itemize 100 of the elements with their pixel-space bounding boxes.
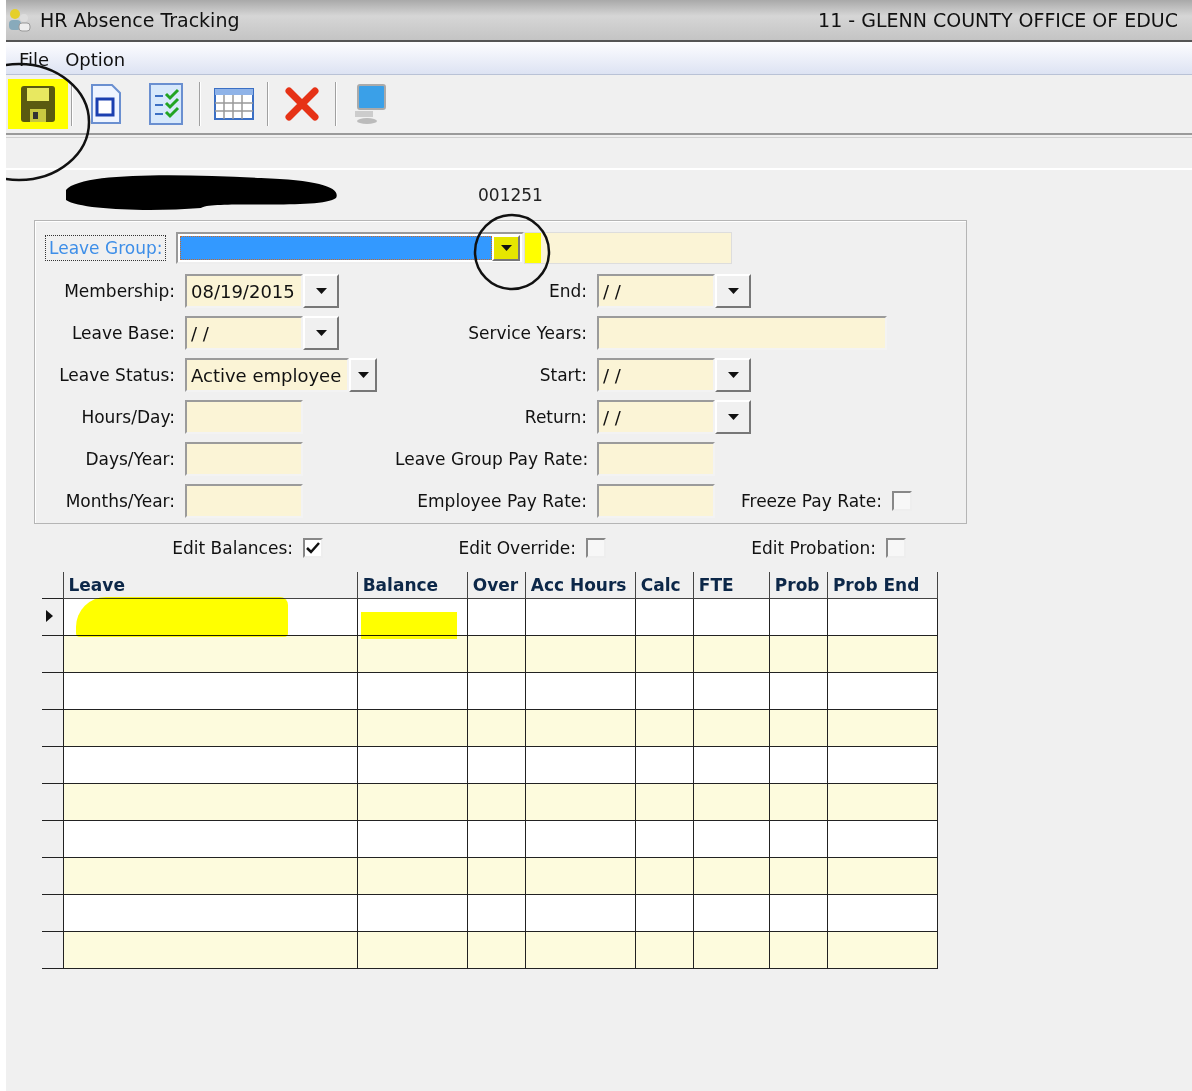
caret-icon (315, 288, 327, 294)
table-cell (769, 857, 828, 894)
table-cell (769, 783, 828, 820)
field-label: Leave Base: (70, 323, 176, 343)
current-row-icon (46, 610, 53, 622)
date-field[interactable]: / / (597, 358, 715, 392)
table-cell (635, 746, 694, 783)
row-indicator[interactable] (42, 746, 63, 783)
document-icon (90, 84, 122, 124)
checkbox[interactable] (303, 538, 323, 558)
table-cell (467, 635, 526, 672)
input-field[interactable] (597, 442, 715, 476)
table-cell (769, 894, 828, 931)
table-cell (635, 894, 694, 931)
input-field[interactable] (185, 400, 303, 434)
caret-icon (727, 288, 739, 294)
row-indicator[interactable] (42, 894, 63, 931)
table-cell (467, 894, 526, 931)
dropdown-button[interactable] (349, 358, 377, 392)
field-label: Leave Group Pay Rate: (395, 449, 590, 469)
table-cell (467, 820, 526, 857)
column-header[interactable]: Leave (63, 572, 358, 598)
date-field[interactable]: 08/19/2015 (185, 274, 303, 308)
row-indicator[interactable] (42, 672, 63, 709)
dropdown-button[interactable] (492, 235, 521, 261)
caret-icon (500, 245, 512, 251)
dropdown-button[interactable] (303, 316, 339, 350)
table-cell (467, 857, 526, 894)
input-field[interactable] (185, 484, 303, 518)
field-label: Leave Status: (58, 365, 176, 385)
table-cell (635, 783, 694, 820)
table-cell (769, 746, 828, 783)
dropdown-button[interactable] (715, 358, 751, 392)
row-indicator[interactable] (42, 857, 63, 894)
caret-icon (727, 414, 739, 420)
date-field[interactable]: / / (597, 274, 715, 308)
option-label: Edit Probation: (751, 538, 876, 558)
table-cell (635, 672, 694, 709)
table-cell (467, 783, 526, 820)
row-indicator[interactable] (42, 598, 63, 635)
close-icon (285, 87, 319, 121)
table-cell (635, 709, 694, 746)
caret-icon (315, 330, 327, 336)
window-title: HR Absence Tracking (40, 9, 240, 31)
field-label: Employee Pay Rate: (416, 491, 588, 511)
table-cell (467, 931, 526, 968)
field-label: Membership: (63, 281, 176, 301)
save-button[interactable] (8, 79, 68, 129)
column-header[interactable]: Balance (357, 572, 468, 598)
checkbox[interactable] (886, 538, 906, 558)
dropdown-button[interactable] (715, 400, 751, 434)
column-header[interactable]: Prob End (827, 572, 938, 598)
field-label: Service Years: (467, 323, 588, 343)
table-cell (467, 672, 526, 709)
leave-group-dropdown[interactable] (176, 232, 525, 264)
checkbox[interactable] (586, 538, 606, 558)
column-header[interactable]: Acc Hours (525, 572, 636, 598)
status-dropdown[interactable]: Active employee (185, 358, 349, 392)
dropdown-button[interactable] (715, 274, 751, 308)
checklist-icon (149, 83, 183, 125)
field-label: Start: (538, 365, 588, 385)
menu-item[interactable]: Option (65, 49, 126, 70)
row-indicator[interactable] (42, 783, 63, 820)
row-indicator[interactable] (42, 820, 63, 857)
organization-name: 11 - GLENN COUNTY OFFICE OF EDUC (818, 9, 1178, 31)
computer-icon (353, 83, 387, 125)
table-cell (769, 635, 828, 672)
caret-icon (727, 372, 739, 378)
column-header[interactable]: Over (467, 572, 526, 598)
field-label: Freeze Pay Rate: (741, 491, 882, 511)
table-cell (635, 931, 694, 968)
table-cell (635, 598, 694, 635)
record-id: 001251 (478, 185, 543, 205)
row-indicator[interactable] (42, 931, 63, 968)
option-label: Edit Override: (458, 538, 576, 558)
field-label: Hours/Day: (80, 407, 176, 427)
dropdown-button[interactable] (303, 274, 339, 308)
option-label: Edit Balances: (172, 538, 293, 558)
field-label: Days/Year: (84, 449, 176, 469)
table-cell (467, 746, 526, 783)
people-icon (6, 7, 32, 33)
table-cell (769, 598, 828, 635)
date-field[interactable]: / / (597, 400, 715, 434)
column-header[interactable]: FTE (693, 572, 770, 598)
table-cell (769, 709, 828, 746)
input-field[interactable] (597, 316, 887, 350)
row-indicator[interactable] (42, 635, 63, 672)
column-header[interactable]: Prob (769, 572, 828, 598)
table-cell (769, 672, 828, 709)
grid-icon (214, 88, 254, 120)
caret-icon (357, 372, 369, 378)
date-field[interactable]: / / (185, 316, 303, 350)
table-cell (467, 709, 526, 746)
input-field[interactable] (185, 442, 303, 476)
input-field[interactable] (597, 484, 715, 518)
row-indicator[interactable] (42, 709, 63, 746)
table-cell (467, 598, 526, 635)
checkbox[interactable] (891, 491, 912, 511)
column-header[interactable]: Calc (635, 572, 694, 598)
table-cell (769, 931, 828, 968)
